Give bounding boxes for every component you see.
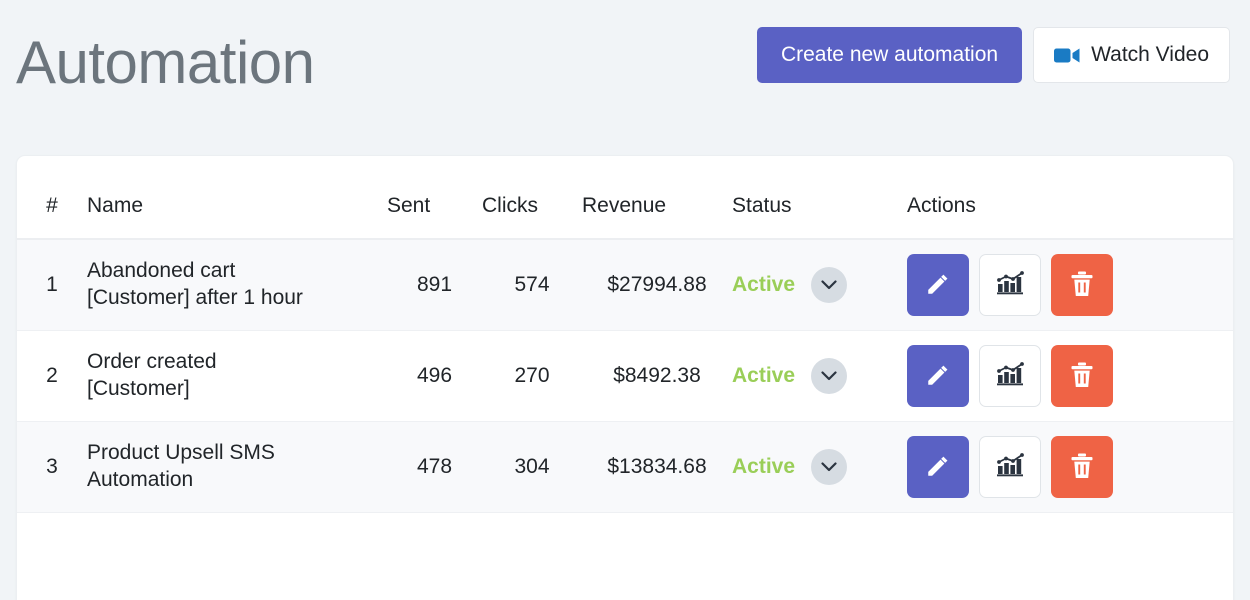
column-header-status[interactable]: Status	[732, 156, 907, 240]
statistics-button[interactable]	[979, 345, 1041, 407]
watch-video-button[interactable]: Watch Video	[1033, 27, 1230, 83]
row-sent: 891	[387, 239, 482, 331]
automation-table: # Name Sent Clicks Revenue Status Action…	[17, 156, 1233, 513]
row-revenue: $13834.68	[582, 421, 732, 513]
statistics-button[interactable]	[979, 254, 1041, 316]
row-name-line1: Product Upsell SMS	[87, 441, 275, 465]
column-header-actions: Actions	[907, 156, 1233, 240]
row-actions-cell	[907, 421, 1233, 513]
table-body: 1 Abandoned cart [Customer] after 1 hour…	[17, 239, 1233, 513]
pencil-icon	[925, 362, 951, 391]
row-revenue: $27994.88	[582, 239, 732, 331]
status-badge: Active	[732, 364, 796, 387]
table-row[interactable]: 2 Order created [Customer] 496 270 $8492…	[17, 330, 1233, 422]
table-row[interactable]: 1 Abandoned cart [Customer] after 1 hour…	[17, 239, 1233, 331]
bar-chart-icon	[996, 271, 1024, 299]
table-header-row: # Name Sent Clicks Revenue Status Action…	[17, 156, 1233, 240]
delete-button[interactable]	[1051, 254, 1113, 316]
row-name-line2: Automation	[87, 468, 194, 491]
row-clicks: 270	[482, 330, 582, 422]
column-header-clicks[interactable]: Clicks	[482, 156, 582, 240]
row-clicks: 574	[482, 239, 582, 331]
chevron-down-icon[interactable]	[811, 358, 848, 394]
automation-table-card: # Name Sent Clicks Revenue Status Action…	[16, 155, 1234, 600]
row-name: Abandoned cart [Customer] after 1 hour	[87, 239, 387, 331]
row-status-cell: Active	[732, 421, 907, 513]
row-name: Product Upsell SMS Automation	[87, 421, 387, 513]
row-name-line1: Abandoned cart	[87, 259, 236, 283]
row-name-line2: [Customer] after 1 hour	[87, 286, 303, 309]
row-name-line2: [Customer]	[87, 377, 190, 400]
trash-icon	[1070, 453, 1094, 482]
status-badge: Active	[732, 273, 796, 296]
page-header: Automation Create new automation Watch V…	[0, 0, 1250, 110]
edit-button[interactable]	[907, 436, 969, 498]
bar-chart-icon	[996, 453, 1024, 481]
row-status-cell: Active	[732, 239, 907, 331]
statistics-button[interactable]	[979, 436, 1041, 498]
header-actions: Create new automation Watch Video	[756, 27, 1230, 97]
row-clicks: 304	[482, 421, 582, 513]
delete-button[interactable]	[1051, 436, 1113, 498]
row-actions-cell	[907, 239, 1233, 331]
trash-icon	[1070, 362, 1094, 391]
chevron-down-icon[interactable]	[811, 449, 848, 485]
row-index: 1	[17, 239, 87, 331]
page-title: Automation	[16, 28, 315, 96]
status-badge: Active	[732, 455, 796, 478]
edit-button[interactable]	[907, 254, 969, 316]
row-index: 2	[17, 330, 87, 422]
bar-chart-icon	[996, 362, 1024, 390]
row-actions-cell	[907, 330, 1233, 422]
video-camera-icon	[1054, 47, 1080, 64]
watch-video-label: Watch Video	[1091, 43, 1209, 66]
row-sent: 478	[387, 421, 482, 513]
row-name-line1: Order created	[87, 350, 217, 374]
delete-button[interactable]	[1051, 345, 1113, 407]
edit-button[interactable]	[907, 345, 969, 407]
trash-icon	[1070, 271, 1094, 300]
table-header: # Name Sent Clicks Revenue Status Action…	[17, 156, 1233, 240]
row-name: Order created [Customer]	[87, 330, 387, 422]
create-new-automation-button[interactable]: Create new automation	[756, 27, 1023, 83]
column-header-sent[interactable]: Sent	[387, 156, 482, 240]
pencil-icon	[925, 453, 951, 482]
row-index: 3	[17, 421, 87, 513]
row-status-cell: Active	[732, 330, 907, 422]
row-revenue: $8492.38	[582, 330, 732, 422]
row-sent: 496	[387, 330, 482, 422]
pencil-icon	[925, 271, 951, 300]
column-header-index[interactable]: #	[17, 156, 87, 240]
column-header-revenue[interactable]: Revenue	[582, 156, 732, 240]
table-row[interactable]: 3 Product Upsell SMS Automation 478 304 …	[17, 421, 1233, 513]
chevron-down-icon[interactable]	[811, 267, 848, 303]
column-header-name[interactable]: Name	[87, 156, 387, 240]
